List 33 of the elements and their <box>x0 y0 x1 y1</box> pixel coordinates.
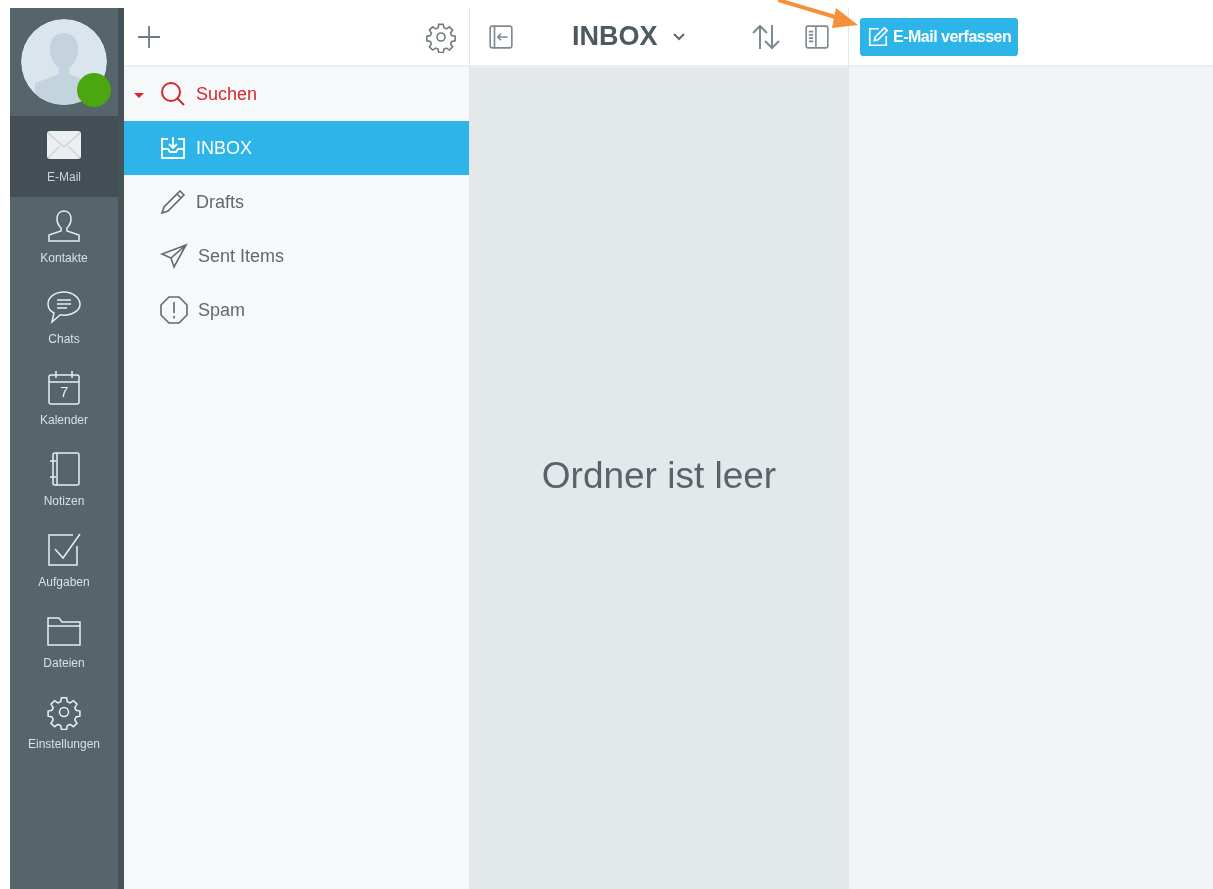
inbox-icon <box>160 136 186 160</box>
reading-pane-icon[interactable] <box>804 23 830 50</box>
empty-folder-message: Ordner ist leer <box>541 454 777 499</box>
folder-item[interactable]: Sent Items <box>124 229 469 283</box>
nav-item[interactable]: Dateien <box>10 602 118 683</box>
nav-item[interactable]: E-Mail <box>10 116 118 197</box>
folder-item[interactable]: Suchen <box>124 67 469 121</box>
add-icon[interactable] <box>136 23 162 50</box>
nav-item[interactable]: Kontakte <box>10 197 118 278</box>
envelope-icon <box>46 130 82 160</box>
speech-bubble-icon <box>46 290 82 324</box>
settings-icon <box>46 694 82 730</box>
calendar-icon <box>46 370 82 406</box>
person-icon <box>46 209 82 243</box>
nav-item[interactable]: Einstellungen <box>10 683 118 764</box>
pencil-icon <box>160 189 186 215</box>
calendar-day-number: 7 <box>60 383 69 401</box>
nav-item[interactable]: Chats <box>10 278 118 359</box>
folder-title[interactable]: INBOX <box>572 16 658 57</box>
nav-item[interactable]: 7 Kalender <box>10 359 118 440</box>
sort-icon[interactable] <box>750 22 782 51</box>
folder-item[interactable]: Spam <box>124 283 469 337</box>
checkbox-icon <box>46 532 82 568</box>
dropdown-icon[interactable] <box>671 31 686 42</box>
paper-plane-icon <box>160 243 188 269</box>
folder-icon <box>46 615 82 647</box>
warning-octagon-icon <box>160 296 188 324</box>
nav-item[interactable]: Aufgaben <box>10 521 118 602</box>
folder-item[interactable]: Drafts <box>124 175 469 229</box>
collapse-panel-icon[interactable] <box>488 23 514 50</box>
search-icon <box>160 81 186 107</box>
nav-item[interactable]: Notizen <box>10 440 118 521</box>
compose-icon <box>867 25 889 48</box>
